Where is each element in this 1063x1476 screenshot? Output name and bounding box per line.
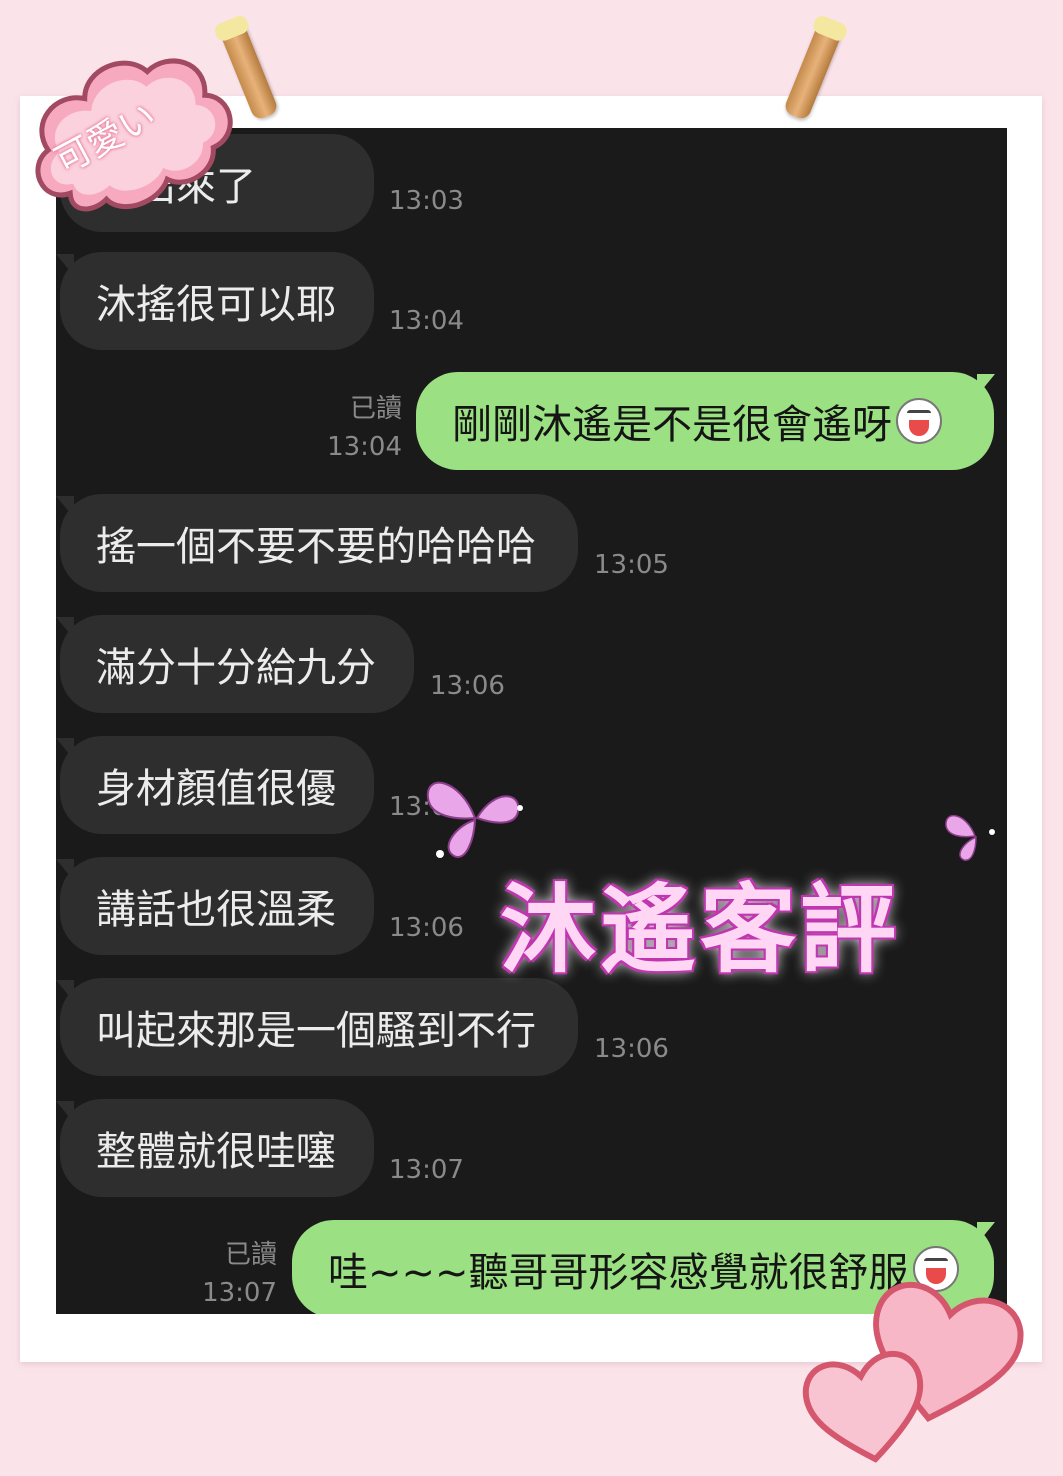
butterfly-icon — [945, 815, 995, 861]
message-text: 滿分十分給九分 — [96, 645, 376, 691]
message-time: 13:03 — [389, 186, 464, 216]
message-bubble-incoming[interactable]: 沐搖很可以耶 — [60, 252, 374, 350]
message-text: 身材顏值很優 — [96, 766, 336, 812]
message-bubble-incoming[interactable]: 滿分十分給九分 — [60, 615, 414, 713]
message-text: 講話也很溫柔 — [96, 887, 336, 933]
message-bubble-incoming[interactable]: 身材顏值很優 — [60, 736, 374, 834]
laughing-emoji-icon — [896, 398, 942, 444]
message-time: 13:07 — [202, 1278, 277, 1308]
read-receipt: 已讀 13:07 — [187, 1236, 277, 1312]
message-time: 13:07 — [389, 1155, 464, 1185]
message-time: 13:06 — [389, 913, 464, 943]
message-bubble-incoming[interactable]: 講話也很溫柔 — [60, 857, 374, 955]
message-bubble-incoming[interactable]: 搖一個不要不要的哈哈哈 — [60, 494, 578, 592]
review-title: 沐遙客評 — [500, 874, 900, 986]
message-time: 13:06 — [594, 1034, 669, 1064]
chat-screenshot: 完出來了 13:03 沐搖很可以耶 13:04 已讀 13:04 剛剛沐遙是不是… — [56, 128, 1007, 1314]
heart-icon — [802, 1282, 1024, 1463]
message-time: 13:04 — [389, 306, 464, 336]
message-time: 13:04 — [327, 432, 402, 462]
message-text: 整體就很哇噻 — [96, 1129, 336, 1175]
message-text: 剛剛沐遙是不是很會遙呀 — [452, 402, 892, 448]
message-text: 沐搖很可以耶 — [96, 282, 336, 328]
message-bubble-outgoing[interactable]: 剛剛沐遙是不是很會遙呀 — [416, 372, 994, 470]
message-text: 搖一個不要不要的哈哈哈 — [96, 524, 536, 570]
message-text: 叫起來那是一個騷到不行 — [96, 1008, 536, 1054]
message-time: 13:05 — [594, 550, 669, 580]
read-label: 已讀 — [349, 394, 402, 424]
read-label: 已讀 — [224, 1240, 277, 1270]
read-receipt: 已讀 13:04 — [312, 390, 402, 466]
message-bubble-incoming[interactable]: 整體就很哇噻 — [60, 1099, 374, 1197]
message-bubble-incoming[interactable]: 叫起來那是一個騷到不行 — [60, 978, 578, 1076]
message-time: 13:06 — [430, 671, 505, 701]
